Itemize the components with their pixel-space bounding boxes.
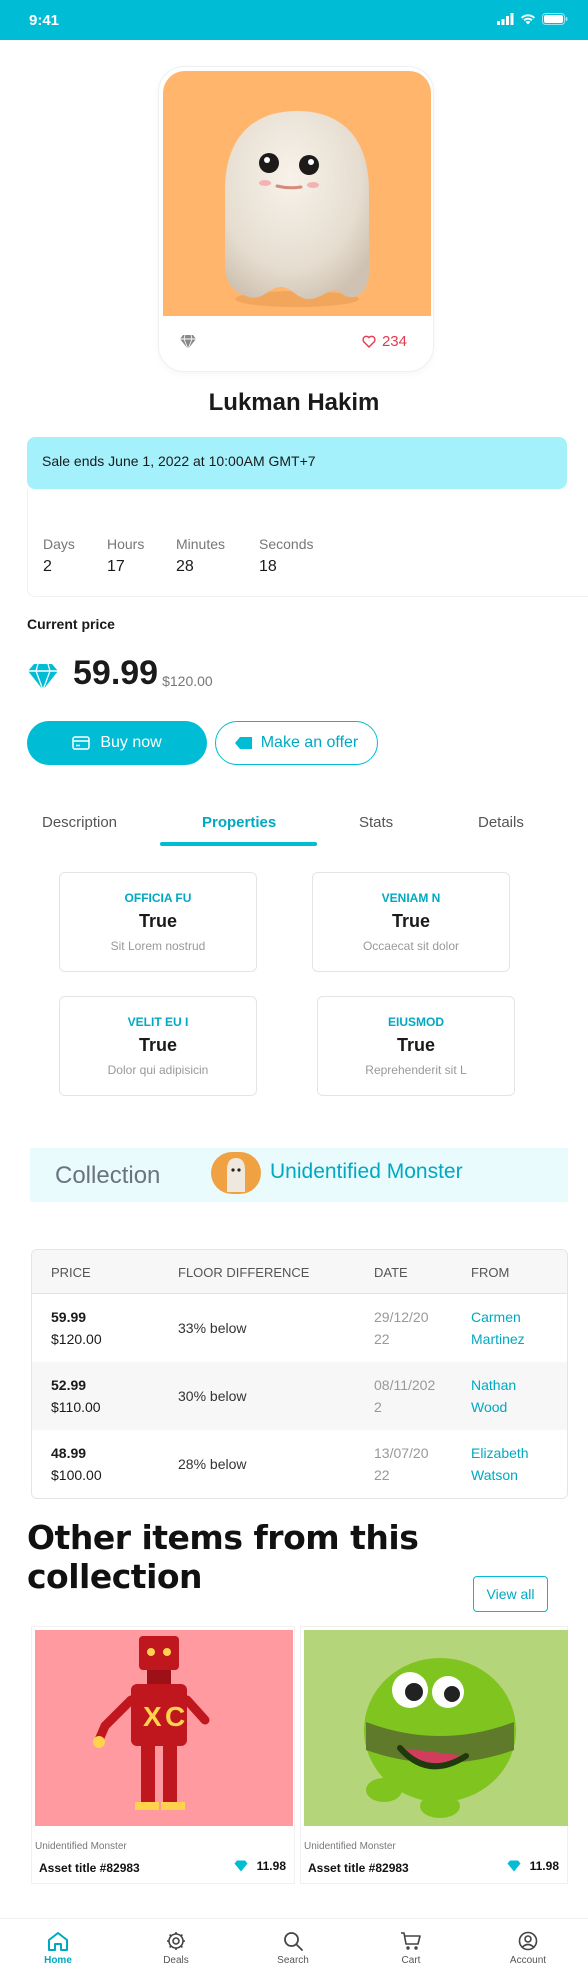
tabs: Description Properties Stats Details (0, 808, 588, 848)
item-card[interactable]: Unidentified Monster Asset title #82983 … (300, 1626, 568, 1884)
tab-active-indicator (160, 842, 317, 846)
card-icon (72, 736, 91, 750)
table-row: 59.99 $120.00 33% below 29/12/2022 Carmen… (32, 1294, 567, 1362)
property-card: EIUSMOD True Reprehenderit sit L (317, 996, 515, 1096)
tab-description[interactable]: Description (42, 814, 117, 831)
buy-now-label: Buy now (100, 734, 162, 751)
countdown-hours: Hours 17 (107, 536, 145, 575)
header-date: DATE (374, 1265, 408, 1280)
countdown-seconds: Seconds 18 (259, 536, 314, 575)
make-offer-label: Make an offer (260, 734, 359, 751)
collection-label: Collection (55, 1162, 161, 1189)
status-bar: 9:41 (0, 0, 588, 40)
search-icon (284, 1932, 303, 1951)
header-from: FROM (471, 1265, 510, 1280)
collection-bar[interactable]: Collection Unidentified Monster (30, 1148, 568, 1202)
countdown-minutes: Minutes 28 (176, 536, 226, 575)
nav-account[interactable]: Account (488, 1931, 568, 1966)
item-card[interactable]: X C Unidentified Monster Asset title #82… (31, 1626, 295, 1884)
price-usd: $120.00 (162, 673, 213, 689)
like-count: 234 (381, 333, 407, 350)
diamond-icon (507, 1860, 521, 1872)
wifi-icon (521, 14, 535, 25)
item-title: Asset title #82983 (39, 1861, 140, 1875)
diamond-icon (234, 1860, 248, 1872)
collection-avatar (211, 1152, 261, 1194)
nav-cart[interactable]: Cart (371, 1931, 451, 1966)
property-card: OFFICIA FU True Sit Lorem nostrud (59, 872, 257, 972)
seller-link[interactable]: Carmen Martinez (471, 1306, 551, 1350)
make-offer-button[interactable]: Make an offer (215, 721, 378, 765)
diamond-icon (28, 663, 58, 691)
battery-icon (542, 13, 568, 25)
nav-search[interactable]: Search (253, 1931, 333, 1966)
sale-banner: Sale ends June 1, 2022 at 10:00AM GMT+7 (27, 437, 567, 489)
countdown-days: Days 2 (43, 536, 75, 575)
price-value: 59.99 (73, 654, 159, 692)
gear-icon (167, 1932, 185, 1950)
like-button[interactable]: 234 (362, 333, 407, 350)
item-image (304, 1630, 568, 1826)
home-icon (48, 1932, 68, 1951)
nft-card[interactable]: 234 (158, 66, 434, 372)
item-image: X C (35, 1630, 293, 1826)
countdown: Days 2 Hours 17 Minutes 28 Seconds 18 (27, 489, 588, 597)
property-card: VENIAM N True Occaecat sit dolor (312, 872, 510, 972)
svg-text:X: X (143, 1701, 162, 1732)
table-row: 52.99 $110.00 30% below 08/11/2022 Nathan… (32, 1362, 567, 1430)
price-row: 59.99 $120.00 (27, 655, 213, 691)
property-card: VELIT EU I True Dolor qui adipisicin (59, 996, 257, 1096)
cart-icon (401, 1932, 421, 1950)
tab-properties[interactable]: Properties (202, 814, 276, 831)
header-price: PRICE (51, 1265, 91, 1280)
svg-text:C: C (165, 1701, 185, 1732)
item-price: 11.98 (234, 1859, 286, 1873)
status-time: 9:41 (29, 12, 60, 29)
view-all-button[interactable]: View all (473, 1576, 548, 1612)
tag-icon (234, 737, 252, 749)
header-floor-difference: FLOOR DIFFERENCE (178, 1265, 310, 1280)
account-icon (518, 1931, 538, 1951)
heart-icon (362, 335, 376, 348)
price-history-table: PRICE FLOOR DIFFERENCE DATE FROM 59.99 $1… (31, 1249, 568, 1499)
ghost-illustration (225, 111, 369, 307)
table-row: 48.99 $100.00 28% below 13/07/2022 Elizab… (32, 1430, 567, 1498)
item-collection: Unidentified Monster (304, 1841, 396, 1852)
nav-deals[interactable]: Deals (136, 1931, 216, 1966)
seller-link[interactable]: Elizabeth Watson (471, 1442, 551, 1486)
tab-details[interactable]: Details (478, 814, 524, 831)
buy-now-button[interactable]: Buy now (27, 721, 207, 765)
nav-home[interactable]: Home (18, 1931, 98, 1966)
table-header: PRICE FLOOR DIFFERENCE DATE FROM (32, 1250, 567, 1294)
nft-image (163, 71, 431, 316)
collection-name[interactable]: Unidentified Monster (270, 1160, 463, 1184)
signal-icon (497, 13, 514, 25)
tab-stats[interactable]: Stats (359, 814, 393, 831)
status-icons (497, 13, 568, 25)
item-title: Asset title #82983 (308, 1861, 409, 1875)
seller-link[interactable]: Nathan Wood (471, 1374, 551, 1418)
current-price-label: Current price (27, 616, 115, 632)
owner-name: Lukman Hakim (208, 389, 380, 416)
diamond-icon (179, 334, 197, 355)
item-price: 11.98 (507, 1859, 559, 1873)
bottom-nav: Home Deals Search Cart Account (0, 1918, 588, 1980)
item-collection: Unidentified Monster (35, 1841, 127, 1852)
